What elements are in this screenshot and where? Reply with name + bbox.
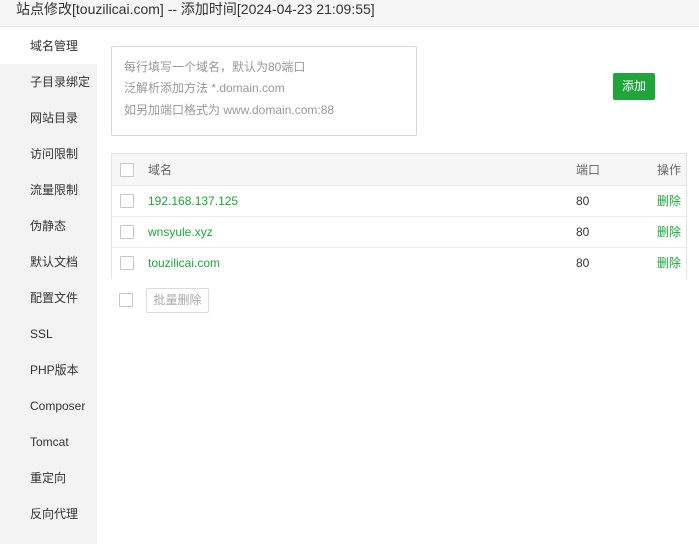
sidebar-item-subdirectory-binding[interactable]: 子目录绑定 bbox=[0, 64, 97, 100]
sidebar-item-domain-management[interactable]: 域名管理 bbox=[0, 28, 97, 64]
domain-input-placeholder-line: 每行填写一个域名，默认为80端口 bbox=[124, 60, 306, 74]
sidebar-item-ssl[interactable]: SSL bbox=[0, 316, 97, 352]
sidebar-item-redirect[interactable]: 重定向 bbox=[0, 460, 97, 496]
sidebar-item-access-restriction[interactable]: 访问限制 bbox=[0, 136, 97, 172]
sidebar: 域名管理 子目录绑定 网站目录 访问限制 流量限制 伪静态 默认文档 配置文件 … bbox=[0, 28, 97, 544]
table-row: wnsyule.xyz 80 删除 bbox=[112, 217, 686, 248]
row-port: 80 bbox=[576, 225, 590, 239]
row-checkbox[interactable] bbox=[120, 194, 134, 208]
row-domain[interactable]: wnsyule.xyz bbox=[148, 217, 213, 248]
sidebar-item-tomcat[interactable]: Tomcat bbox=[0, 424, 97, 460]
sidebar-item-traffic-limit[interactable]: 流量限制 bbox=[0, 172, 97, 208]
window-titlebar: 站点修改[touzilicai.com] -- 添加时间[2024-04-23 … bbox=[0, 0, 699, 27]
domain-table: 域名 端口 操作 192.168.137.125 80 删除 wnsyule.x… bbox=[111, 153, 687, 279]
sidebar-item-config-file[interactable]: 配置文件 bbox=[0, 280, 97, 316]
sidebar-item-php-version[interactable]: PHP版本 bbox=[0, 352, 97, 388]
add-domain-button[interactable]: 添加 bbox=[613, 73, 655, 100]
table-row: 192.168.137.125 80 删除 bbox=[112, 186, 686, 217]
sidebar-item-default-document[interactable]: 默认文档 bbox=[0, 244, 97, 280]
header-port: 端口 bbox=[576, 163, 601, 177]
row-delete-link[interactable]: 删除 bbox=[657, 186, 681, 217]
sidebar-item-site-directory[interactable]: 网站目录 bbox=[0, 100, 97, 136]
row-delete-link[interactable]: 删除 bbox=[657, 217, 681, 248]
header-operation: 操作 bbox=[657, 163, 682, 177]
row-delete-link[interactable]: 删除 bbox=[657, 248, 681, 279]
table-row: touzilicai.com 80 删除 bbox=[112, 248, 686, 279]
row-port: 80 bbox=[576, 256, 590, 270]
domain-input-placeholder-line: 如另加端口格式为 www.domain.com:88 bbox=[124, 103, 335, 117]
sidebar-item-composer[interactable]: Composer bbox=[0, 388, 97, 424]
domain-input-placeholder-line: 泛解析添加方法 *.domain.com bbox=[124, 81, 285, 95]
batch-delete-button[interactable]: 批量删除 bbox=[146, 288, 209, 313]
window-title: 站点修改[touzilicai.com] -- 添加时间[2024-04-23 … bbox=[16, 1, 375, 17]
select-all-checkbox[interactable] bbox=[120, 163, 134, 177]
row-checkbox[interactable] bbox=[120, 225, 134, 239]
table-header: 域名 端口 操作 bbox=[112, 154, 686, 186]
sidebar-item-rewrite[interactable]: 伪静态 bbox=[0, 208, 97, 244]
row-checkbox[interactable] bbox=[120, 256, 134, 270]
row-domain[interactable]: 192.168.137.125 bbox=[148, 186, 238, 217]
sidebar-item-reverse-proxy[interactable]: 反向代理 bbox=[0, 496, 97, 532]
batch-select-checkbox[interactable] bbox=[119, 293, 133, 307]
header-domain: 域名 bbox=[148, 163, 173, 177]
row-domain[interactable]: touzilicai.com bbox=[148, 248, 220, 279]
row-port: 80 bbox=[576, 194, 590, 208]
domain-input[interactable]: 每行填写一个域名，默认为80端口 泛解析添加方法 *.domain.com 如另… bbox=[111, 46, 417, 136]
